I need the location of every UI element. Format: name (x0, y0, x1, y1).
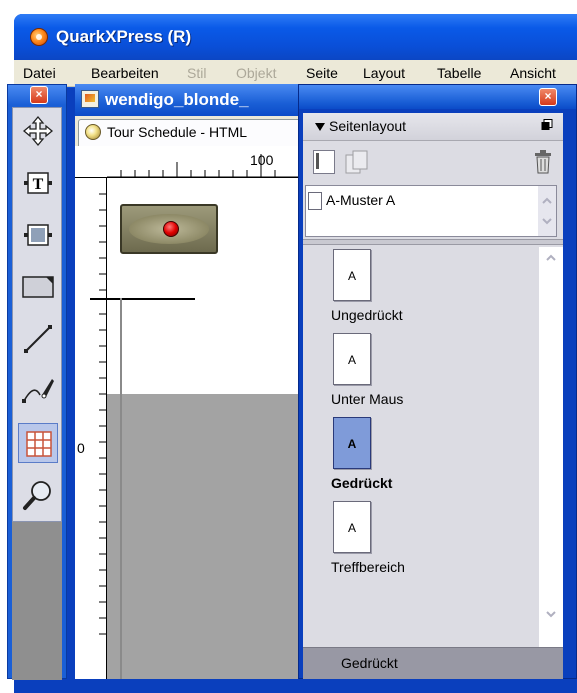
page-list-scrollbar[interactable] (539, 247, 563, 647)
menu-stil[interactable]: Stil (187, 65, 206, 81)
palette-statusbar: Gedrückt (303, 647, 563, 679)
document-title: wendigo_blonde_ (105, 90, 249, 109)
page-label: Treffbereich (331, 559, 405, 575)
svg-text:T: T (33, 176, 44, 193)
palette-titlebar[interactable]: Seitenlayout (303, 113, 563, 141)
table-tool-icon[interactable] (18, 423, 58, 463)
document-window: wendigo_blonde_ Tour Schedule - HTML 100 (75, 84, 318, 679)
page-top-edge (90, 298, 195, 300)
tab-label: Tour Schedule - HTML (107, 124, 248, 140)
master-page-thumbnail (308, 192, 322, 210)
layout-palette: × Seitenlayout A-Muster A A Ungedrückt A… (298, 84, 577, 679)
page-label: Unter Maus (331, 391, 404, 407)
app-title: QuarkXPress (R) (56, 27, 192, 46)
scroll-down-icon[interactable] (544, 607, 558, 621)
text-content-tool-icon[interactable]: T (18, 163, 58, 203)
master-page-label: A-Muster A (326, 192, 396, 208)
duplicate-page-icon[interactable] (345, 150, 369, 176)
trash-icon[interactable] (533, 149, 553, 175)
palette-menu-icon[interactable] (541, 119, 553, 131)
collapse-triangle-icon[interactable] (315, 123, 325, 131)
menu-tabelle[interactable]: Tabelle (437, 65, 481, 81)
scroll-up-icon[interactable] (544, 251, 558, 265)
tool-palette-body: T (12, 107, 62, 522)
menu-bearbeiten[interactable]: Bearbeiten (91, 65, 159, 81)
layout-palette-header[interactable]: × (299, 85, 576, 109)
scroll-down-icon[interactable] (540, 214, 554, 228)
page-thumbnail: A (333, 501, 371, 553)
document-titlebar[interactable]: wendigo_blonde_ (75, 84, 300, 116)
scroll-up-icon[interactable] (540, 194, 554, 208)
menu-seite[interactable]: Seite (306, 65, 338, 81)
page-label: Gedrückt (331, 475, 393, 491)
menu-datei[interactable]: Datei (23, 65, 56, 81)
document-tabbar: Tour Schedule - HTML (75, 116, 318, 146)
menubar: Datei Bearbeiten Stil Objekt Seite Layou… (14, 60, 577, 87)
layout-palette-close-button[interactable]: × (539, 88, 557, 106)
master-list-scrollbar[interactable] (538, 186, 556, 236)
page-thumbnail: A (333, 249, 371, 301)
tab-tour-schedule[interactable]: Tour Schedule - HTML (78, 119, 318, 146)
line-tool-icon[interactable] (18, 319, 58, 359)
page-left-edge (120, 298, 122, 679)
horizontal-ruler[interactable]: 100 (75, 146, 300, 178)
page-item-treffbereich[interactable]: A Treffbereich (331, 501, 491, 585)
status-text: Gedrückt (341, 655, 398, 671)
document-icon (81, 90, 99, 108)
button-widget-face (129, 214, 209, 244)
page-item-unter-maus[interactable]: A Unter Maus (331, 333, 491, 417)
page-item-gedrueckt[interactable]: A Gedrückt (331, 417, 491, 501)
master-page-list: A-Muster A (305, 185, 557, 237)
tool-palette-empty-area (12, 522, 62, 680)
tool-palette-header[interactable]: × (8, 85, 66, 105)
palette-toolbar (303, 142, 563, 184)
html-layout-icon (85, 124, 101, 140)
rectangle-box-tool-icon[interactable] (18, 267, 58, 307)
blank-page-icon[interactable] (313, 150, 335, 174)
app-titlebar[interactable]: QuarkXPress (R) (14, 14, 577, 60)
tool-palette: × T (7, 84, 67, 680)
zoom-tool-icon[interactable] (18, 475, 58, 515)
layout-palette-body: Seitenlayout A-Muster A A Ungedrückt A U… (303, 113, 563, 679)
vertical-ruler[interactable]: 0 (75, 178, 107, 679)
page-label: Ungedrückt (331, 307, 403, 323)
menu-objekt[interactable]: Objekt (236, 65, 276, 81)
item-tool-icon[interactable] (18, 111, 58, 151)
page-thumbnail: A (333, 417, 371, 469)
red-light-icon (163, 221, 179, 237)
palette-title: Seitenlayout (329, 118, 407, 134)
tool-palette-close-button[interactable]: × (30, 86, 48, 104)
menu-layout[interactable]: Layout (363, 65, 405, 81)
master-page-item[interactable]: A-Muster A (308, 190, 528, 212)
page-item-ungedrueckt[interactable]: A Ungedrückt (331, 249, 491, 333)
page-area[interactable] (107, 394, 300, 679)
bezier-pen-tool-icon[interactable] (18, 371, 58, 411)
ruler-label-0: 0 (77, 440, 85, 456)
page-list: A Ungedrückt A Unter Maus A Gedrückt A T… (305, 247, 563, 647)
page-thumbnail: A (333, 333, 371, 385)
ruler-label-100: 100 (250, 152, 274, 168)
picture-content-tool-icon[interactable] (18, 215, 58, 255)
rollover-button-widget[interactable] (120, 204, 218, 254)
palette-splitter[interactable] (303, 239, 563, 245)
quarkxpress-app-icon[interactable] (30, 28, 48, 46)
menu-ansicht[interactable]: Ansicht (510, 65, 556, 81)
